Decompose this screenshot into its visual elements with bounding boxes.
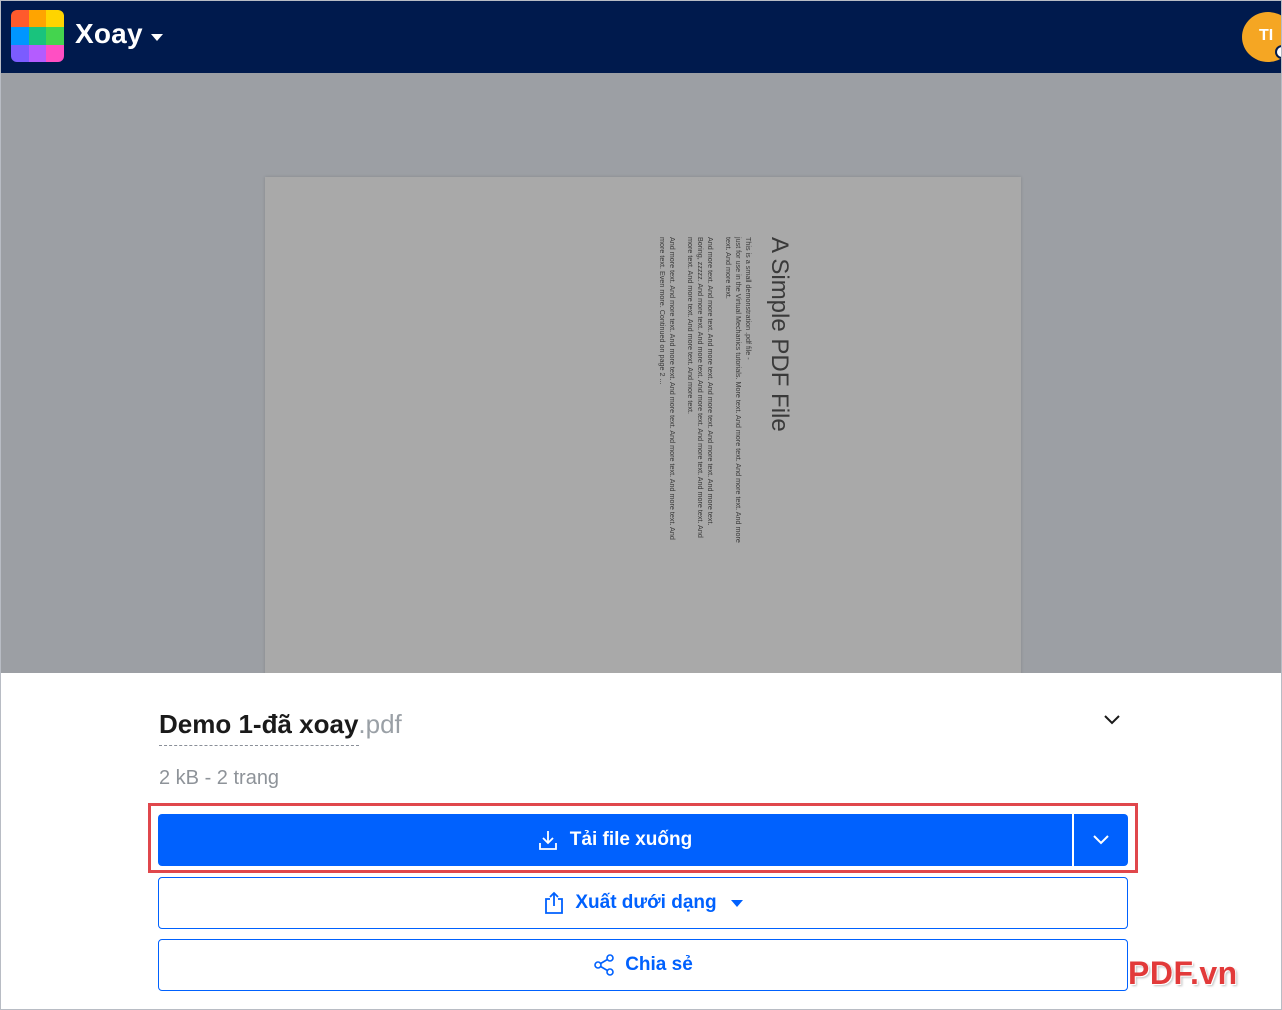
app-logo-icon[interactable]: [11, 10, 64, 62]
preview-area: A Simple PDF File This is a small demons…: [1, 73, 1281, 697]
pdf-paragraph: just for use in the Virtual Mechanics tu…: [724, 237, 743, 543]
logo-tile: [11, 10, 29, 28]
app-title[interactable]: Xoay: [75, 18, 143, 50]
share-upload-icon: [543, 891, 565, 915]
logo-tile: [11, 44, 29, 62]
export-as-button[interactable]: Xuất dưới dạng: [158, 877, 1128, 929]
download-options-button[interactable]: [1074, 814, 1128, 866]
pdf-paragraph: This is a small demonstration .pdf file …: [744, 237, 753, 360]
logo-tile: [11, 27, 29, 45]
caret-down-icon: [730, 899, 743, 907]
logo-tile: [46, 27, 64, 45]
file-meta: 2 kB - 2 trang: [159, 767, 280, 789]
app-window: Xoay TI A Simple PDF File This is a smal…: [0, 0, 1282, 1010]
result-panel: Demo 1-đã xoay.pdf 2 kB - 2 trang Tải fi…: [1, 673, 1281, 1009]
pdf-body-text: This is a small demonstration .pdf file …: [657, 237, 753, 547]
logo-tile: [28, 27, 47, 45]
caret-down-icon[interactable]: [151, 34, 163, 41]
logo-tile: [46, 10, 64, 28]
avatar-status-icon: [1275, 45, 1281, 59]
file-name[interactable]: Demo 1-đã xoay.pdf: [159, 709, 402, 740]
pdf-title: A Simple PDF File: [766, 237, 793, 432]
logo-tile: [28, 44, 47, 62]
chevron-down-icon[interactable]: [1101, 711, 1123, 729]
pdf-page-preview: A Simple PDF File This is a small demons…: [265, 177, 1021, 697]
file-extension: .pdf: [358, 709, 402, 739]
watermark-text: PDF.vn: [1128, 955, 1238, 991]
download-button[interactable]: Tải file xuống: [158, 814, 1072, 866]
file-name-underline: [159, 745, 359, 746]
rotated-page-content: A Simple PDF File This is a small demons…: [657, 237, 793, 547]
file-name-base[interactable]: Demo 1-đã xoay: [159, 709, 358, 739]
pdf-paragraph: And more text. And more text. And more t…: [658, 237, 677, 540]
logo-tile: [28, 10, 47, 28]
chevron-down-icon: [1091, 833, 1111, 847]
avatar-initials: TI: [1259, 27, 1274, 44]
logo-tile: [46, 44, 64, 62]
share-button[interactable]: Chia sẻ: [158, 939, 1128, 991]
download-label: Tải file xuống: [569, 829, 693, 850]
share-icon: [593, 954, 615, 976]
top-bar: Xoay TI: [1, 1, 1281, 73]
pdf-paragraph: And more text. And more text. And more t…: [686, 237, 715, 538]
export-as-label: Xuất dưới dạng: [575, 892, 717, 913]
download-icon: [538, 829, 558, 851]
share-label: Chia sẻ: [625, 954, 693, 975]
